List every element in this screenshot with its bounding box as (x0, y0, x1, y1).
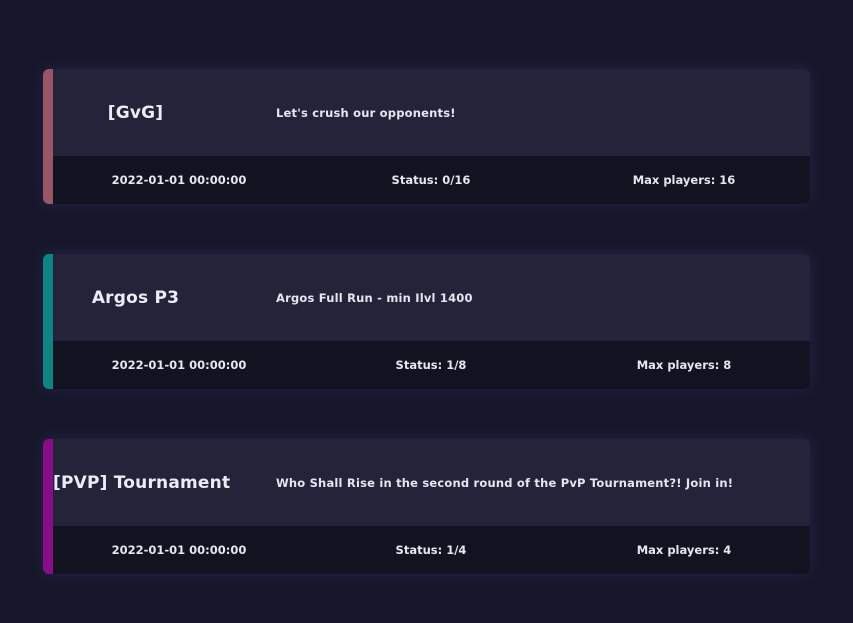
event-date: 2022-01-01 00:00:00 (111, 173, 247, 187)
event-max-players: Max players: 8 (636, 358, 732, 372)
event-status: Status: 0/16 (391, 173, 471, 187)
event-header: [GvG] Let's crush our opponents! (53, 69, 810, 156)
event-title: [GvG] (107, 102, 164, 123)
event-header: Argos P3 Argos Full Run - min Ilvl 1400 (53, 254, 810, 341)
event-accent-bar (43, 254, 53, 389)
event-description: Let's crush our opponents! (276, 105, 456, 120)
event-max-players: Max players: 16 (632, 173, 736, 187)
event-description: Argos Full Run - min Ilvl 1400 (276, 290, 473, 305)
event-footer: 2022-01-01 00:00:00 Status: 0/16 Max pla… (53, 156, 810, 204)
event-accent-bar (43, 69, 53, 204)
event-footer: 2022-01-01 00:00:00 Status: 1/8 Max play… (53, 341, 810, 389)
event-card-gvg[interactable]: [GvG] Let's crush our opponents! 2022-01… (43, 69, 810, 204)
event-status: Status: 1/8 (395, 358, 467, 372)
event-list: [GvG] Let's crush our opponents! 2022-01… (43, 69, 810, 574)
event-date: 2022-01-01 00:00:00 (111, 358, 247, 372)
event-description: Who Shall Rise in the second round of th… (276, 475, 734, 490)
event-card-argos[interactable]: Argos P3 Argos Full Run - min Ilvl 1400 … (43, 254, 810, 389)
event-max-players: Max players: 4 (636, 543, 732, 557)
event-title: Argos P3 (91, 287, 180, 308)
event-accent-bar (43, 439, 53, 574)
event-header: [PVP] Tournament Who Shall Rise in the s… (53, 439, 810, 526)
event-footer: 2022-01-01 00:00:00 Status: 1/4 Max play… (53, 526, 810, 574)
event-date: 2022-01-01 00:00:00 (111, 543, 247, 557)
event-title: [PVP] Tournament (53, 472, 231, 493)
event-card-pvp-tournament[interactable]: [PVP] Tournament Who Shall Rise in the s… (43, 439, 810, 574)
event-status: Status: 1/4 (395, 543, 467, 557)
